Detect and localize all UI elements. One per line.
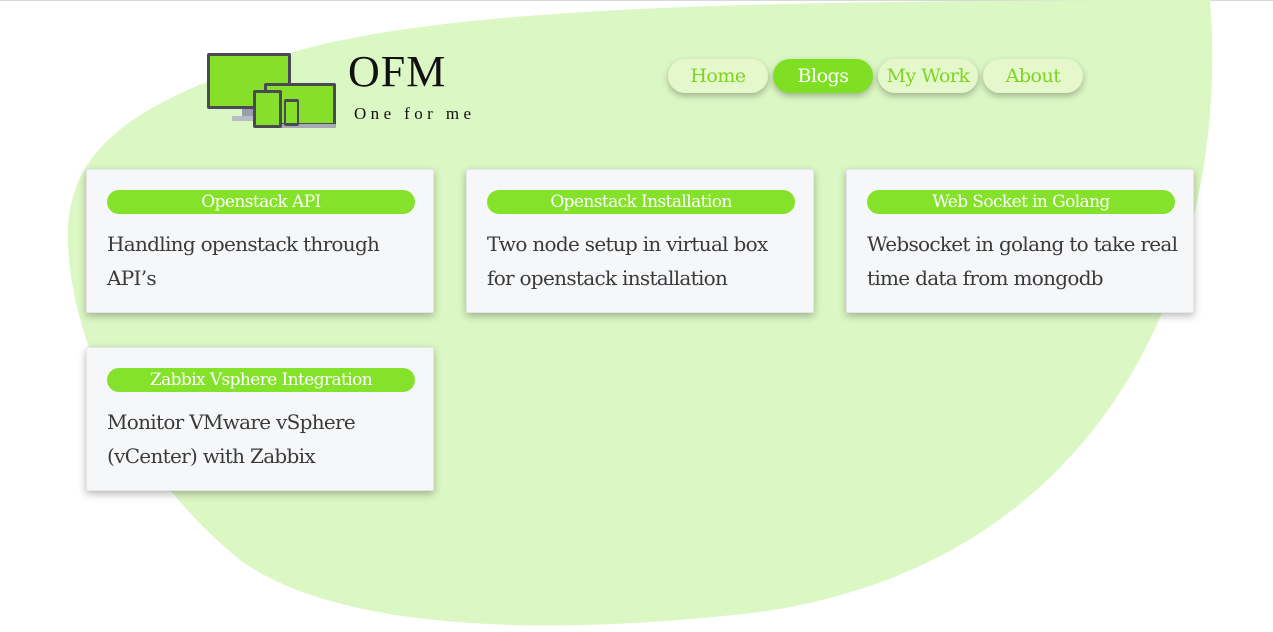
blog-card-openstack-api[interactable]: Openstack API Handling openstack through…	[86, 169, 434, 313]
blog-card-web-socket-golang[interactable]: Web Socket in Golang Websocket in golang…	[846, 169, 1194, 313]
blog-card-category: Web Socket in Golang	[867, 190, 1175, 214]
background-blob	[67, 0, 1213, 626]
main-nav: Home Blogs My Work About	[668, 59, 1083, 93]
nav-home[interactable]: Home	[668, 59, 768, 93]
blog-card-category: Openstack Installation	[487, 190, 795, 214]
nav-blogs[interactable]: Blogs	[773, 59, 873, 93]
blog-card-category: Zabbix Vsphere Integration	[107, 368, 415, 392]
devices-icon	[207, 53, 336, 128]
blog-card-openstack-installation[interactable]: Openstack Installation Two node setup in…	[466, 169, 814, 313]
blog-card-summary: Monitor VMware vSphere (vCenter) with Za…	[107, 410, 356, 468]
nav-about[interactable]: About	[983, 59, 1083, 93]
blog-card-summary: Handling openstack through API’s	[107, 232, 380, 290]
blog-card-zabbix-vsphere[interactable]: Zabbix Vsphere Integration Monitor VMwar…	[86, 347, 434, 491]
blog-card-summary: Two node setup in virtual box for openst…	[487, 232, 768, 290]
brand-title: OFM	[348, 47, 447, 96]
blog-card-category: Openstack API	[107, 190, 415, 214]
brand-tagline: One for me	[354, 104, 476, 123]
blog-card-summary: Websocket in golang to take real time da…	[867, 232, 1178, 290]
nav-my-work[interactable]: My Work	[878, 59, 978, 93]
